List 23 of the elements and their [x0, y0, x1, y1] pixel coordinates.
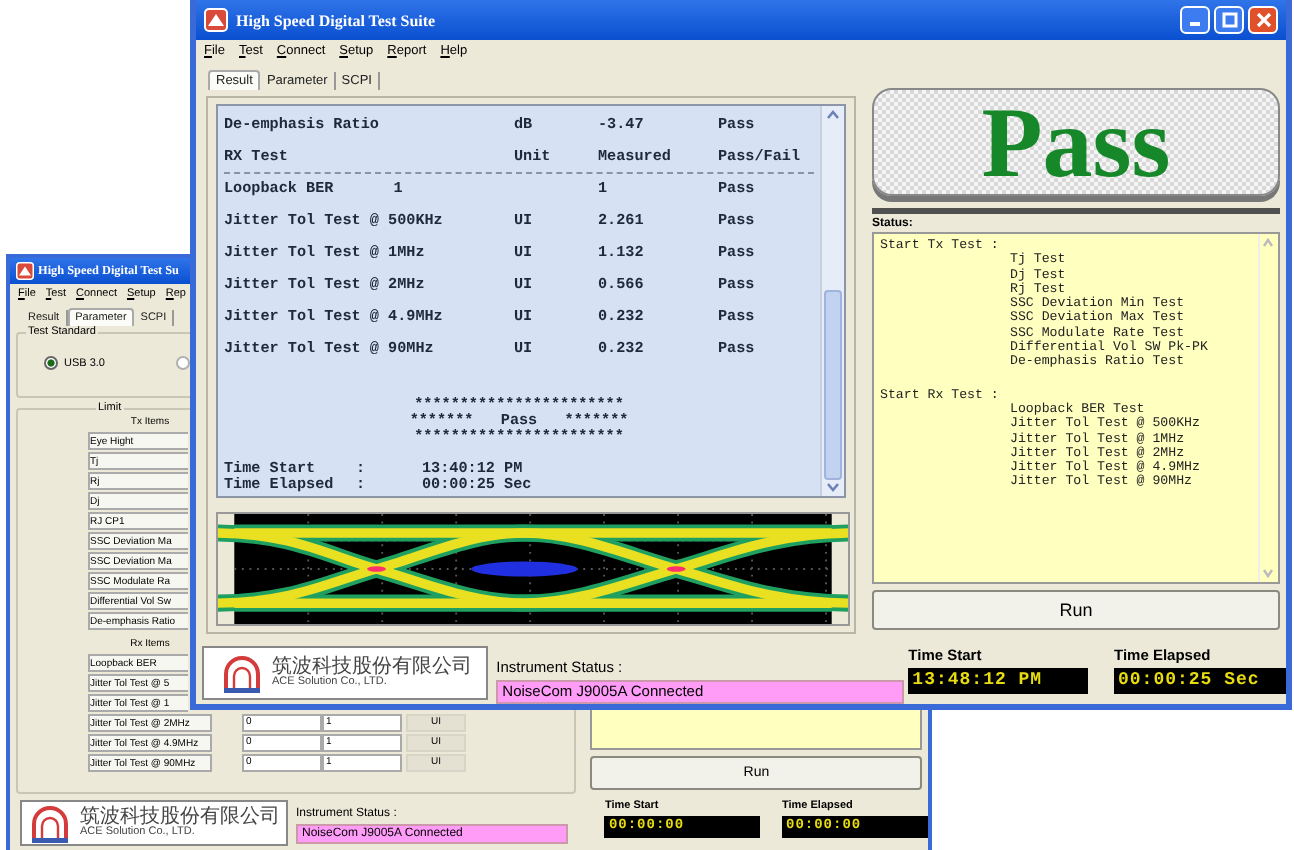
arch-logo-icon [28, 803, 72, 843]
scroll-thumb[interactable] [824, 290, 842, 480]
app-icon [16, 262, 34, 280]
company-name: 筑波科技股份有限公司 [80, 807, 280, 828]
time-display: 00:00:25 Sec [1114, 668, 1286, 694]
company-name: 筑波科技股份有限公司 [272, 657, 472, 678]
radio-button[interactable] [176, 356, 191, 370]
minimize-button[interactable] [1180, 6, 1210, 34]
window-title: High Speed Digital Test Suite [236, 11, 436, 29]
scroll-down-icon [1260, 566, 1276, 582]
run-button[interactable]: Run [872, 590, 1280, 630]
scroll-up-icon [824, 106, 842, 122]
scroll-down-icon [824, 480, 842, 496]
maximize-icon [1221, 12, 1237, 28]
close-icon [1255, 12, 1271, 28]
scroll-up-icon [1260, 234, 1276, 250]
app-icon [204, 8, 228, 32]
close-button[interactable] [1248, 6, 1278, 34]
radio-button[interactable] [44, 356, 58, 370]
time-display: 13:48:12 PM [908, 668, 1089, 694]
maximize-button[interactable] [1214, 6, 1244, 34]
arch-logo-icon [220, 653, 264, 693]
verdict-text: Pass [981, 92, 1171, 192]
